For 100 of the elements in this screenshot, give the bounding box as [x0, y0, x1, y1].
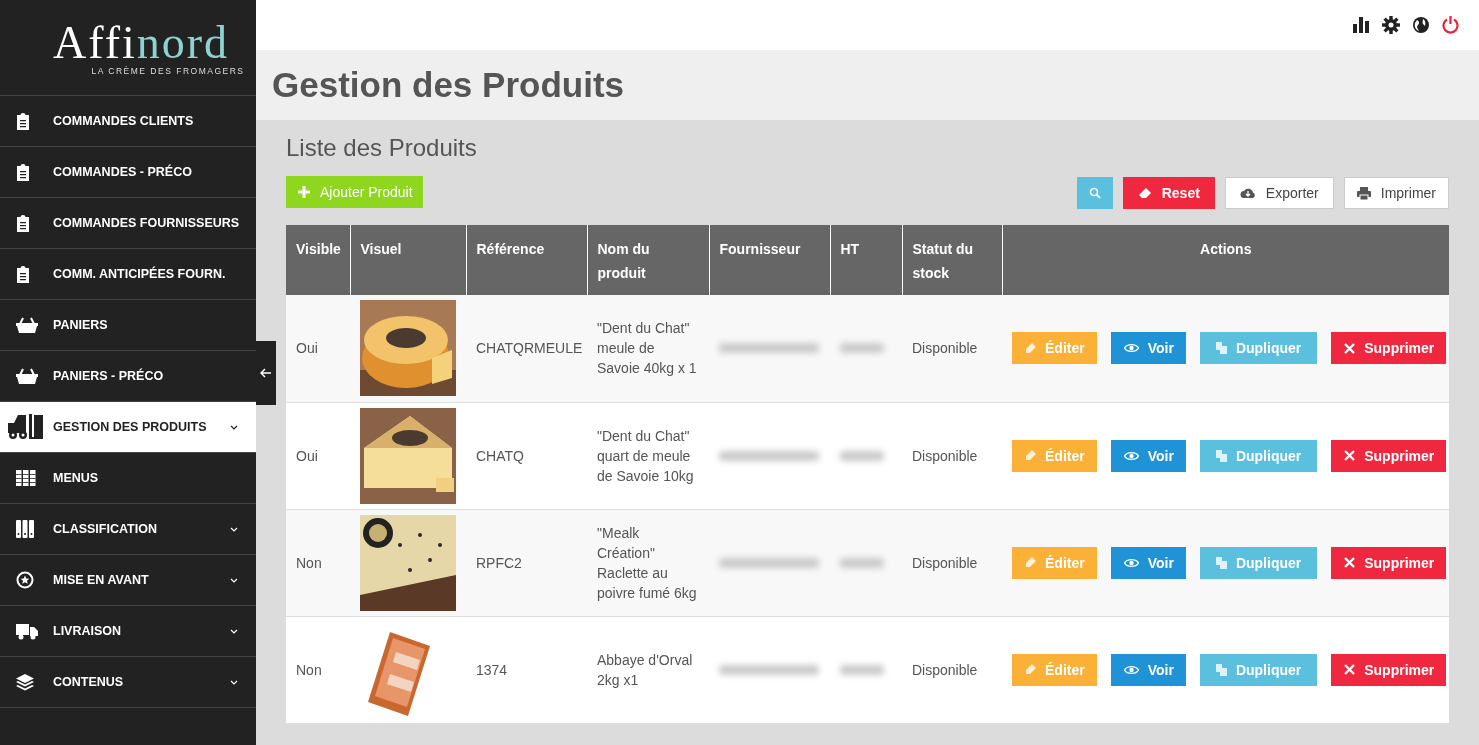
sidebar-item[interactable]: PANIERS	[0, 300, 256, 351]
sidebar-item[interactable]: COMMANDES - PRÉCO	[0, 147, 256, 198]
clipboard-icon	[16, 112, 30, 130]
column-header: Visible	[286, 225, 350, 295]
arrow-left-icon	[260, 368, 272, 378]
view-button[interactable]: Voir	[1110, 332, 1186, 365]
close-icon	[1344, 342, 1356, 354]
table-cell: "Dent du Chat" meule de Savoie 40kg x 1	[587, 295, 709, 402]
duplicate-button[interactable]: Dupliquer	[1199, 332, 1318, 365]
sidebar-item-label: COMM. ANTICIPÉES FOURN.	[53, 267, 226, 281]
column-header: Fournisseur	[709, 225, 830, 295]
sidebar-item[interactable]: COMMANDES CLIENTS	[0, 96, 256, 147]
table-cell: Oui	[286, 402, 350, 509]
sidebar-item-label: GESTION DES PRODUITS	[53, 420, 207, 434]
duplicate-button[interactable]: Dupliquer	[1199, 439, 1318, 472]
basket-icon	[16, 317, 38, 333]
close-icon	[1344, 664, 1356, 675]
duplicate-button[interactable]: Dupliquer	[1199, 653, 1318, 686]
logo: Affinord	[52, 19, 230, 66]
pencil-icon	[1025, 342, 1036, 354]
close-icon	[1344, 450, 1356, 461]
sidebar-item[interactable]: MENUS	[0, 453, 256, 504]
column-header: Visuel	[350, 225, 466, 295]
sidebar-item-label: CLASSIFICATION	[53, 522, 157, 536]
grid-icon	[16, 470, 36, 486]
redacted-text	[840, 343, 884, 354]
plus-icon	[298, 186, 310, 198]
delete-button[interactable]: Supprimer	[1331, 439, 1447, 472]
eye-icon	[1123, 557, 1139, 568]
collapse-sidebar-button[interactable]	[256, 341, 276, 405]
table-cell: RPFC2	[466, 509, 587, 616]
sidebar-item[interactable]: MISE EN AVANT	[0, 555, 256, 606]
basket-icon	[16, 368, 38, 384]
pencil-icon	[1025, 664, 1036, 675]
pencil-icon	[1025, 450, 1036, 461]
close-icon	[1344, 557, 1356, 568]
delete-button[interactable]: Supprimer	[1331, 653, 1447, 686]
bar-chart-icon[interactable]	[1353, 17, 1370, 33]
section-title: Liste des Produits	[286, 134, 478, 162]
table-cell: CHATQRMEULE	[466, 295, 587, 402]
view-button[interactable]: Voir	[1110, 653, 1186, 686]
table-cell: Non	[286, 509, 350, 616]
globe-icon[interactable]	[1412, 16, 1430, 34]
table-cell: Disponible	[902, 402, 1002, 509]
column-header: Nom du produit	[587, 225, 709, 295]
view-button[interactable]: Voir	[1110, 439, 1186, 472]
sidebar-item-label: LIVRAISON	[53, 624, 122, 638]
duplicate-button[interactable]: Dupliquer	[1199, 546, 1318, 579]
sidebar-item-label: CONTENUS	[53, 675, 124, 689]
power-icon[interactable]	[1442, 16, 1459, 34]
column-header: HT	[830, 225, 902, 295]
sidebar-item-label: COMMANDES CLIENTS	[53, 114, 194, 128]
table-cell: Disponible	[902, 295, 1002, 402]
table-cell: Oui	[286, 295, 350, 402]
table-cell: "Mealk Création" Raclette au poivre fumé 6kg	[587, 509, 709, 616]
copy-icon	[1215, 449, 1227, 462]
sidebar-item-label: MENUS	[53, 471, 99, 485]
sidebar-item-label: PANIERS	[53, 318, 108, 332]
redacted-text	[840, 557, 884, 568]
eraser-icon	[1137, 187, 1152, 199]
binders-icon	[16, 520, 34, 538]
copy-icon	[1215, 556, 1227, 569]
reset-button[interactable]: Reset	[1122, 177, 1215, 209]
truck-icon	[16, 622, 38, 640]
table-cell: Non	[286, 616, 350, 723]
settings-icon[interactable]	[1382, 16, 1400, 34]
print-button[interactable]: Imprimer	[1343, 177, 1449, 209]
eye-icon	[1123, 664, 1139, 675]
cloud-download-icon	[1239, 187, 1256, 199]
delete-button[interactable]: Supprimer	[1331, 546, 1447, 579]
forklift-icon	[6, 413, 44, 441]
sidebar-item[interactable]: GESTION DES PRODUITS	[0, 402, 256, 453]
sidebar-item[interactable]: CLASSIFICATION	[0, 504, 256, 555]
search-icon	[1088, 187, 1101, 199]
table-cell: 1374	[466, 616, 587, 723]
layers-icon	[16, 673, 34, 691]
copy-icon	[1215, 663, 1227, 676]
redacted-text	[840, 664, 884, 675]
table-cell: Disponible	[902, 509, 1002, 616]
pencil-icon	[1025, 557, 1036, 568]
sidebar-item[interactable]: COMMANDES FOURNISSEURS	[0, 198, 256, 249]
table-cell: Disponible	[902, 616, 1002, 723]
export-button[interactable]: Exporter	[1224, 177, 1334, 209]
sidebar-item-label: COMMANDES FOURNISSEURS	[53, 216, 240, 230]
delete-button[interactable]: Supprimer	[1331, 332, 1447, 365]
column-header: Référence	[466, 225, 587, 295]
eye-icon	[1123, 450, 1139, 461]
column-header: Actions	[1002, 225, 1449, 295]
view-button[interactable]: Voir	[1110, 546, 1186, 579]
copy-icon	[1215, 342, 1227, 355]
sidebar-item[interactable]: LIVRAISON	[0, 606, 256, 657]
clipboard-icon	[16, 163, 30, 181]
sidebar-item[interactable]: CONTENUS	[0, 657, 256, 708]
clipboard-icon	[16, 265, 30, 283]
table-cell: "Dent du Chat" quart de meule de Savoie 10kg	[587, 402, 709, 509]
sidebar-item[interactable]: COMM. ANTICIPÉES FOURN.	[0, 249, 256, 300]
printer-icon	[1356, 186, 1371, 200]
logo-tagline: LA CRÈME DES FROMAGERS	[91, 65, 245, 76]
table-cell: CHATQ	[466, 402, 587, 509]
table-cell: Abbaye d'Orval 2kg x1	[587, 616, 709, 723]
